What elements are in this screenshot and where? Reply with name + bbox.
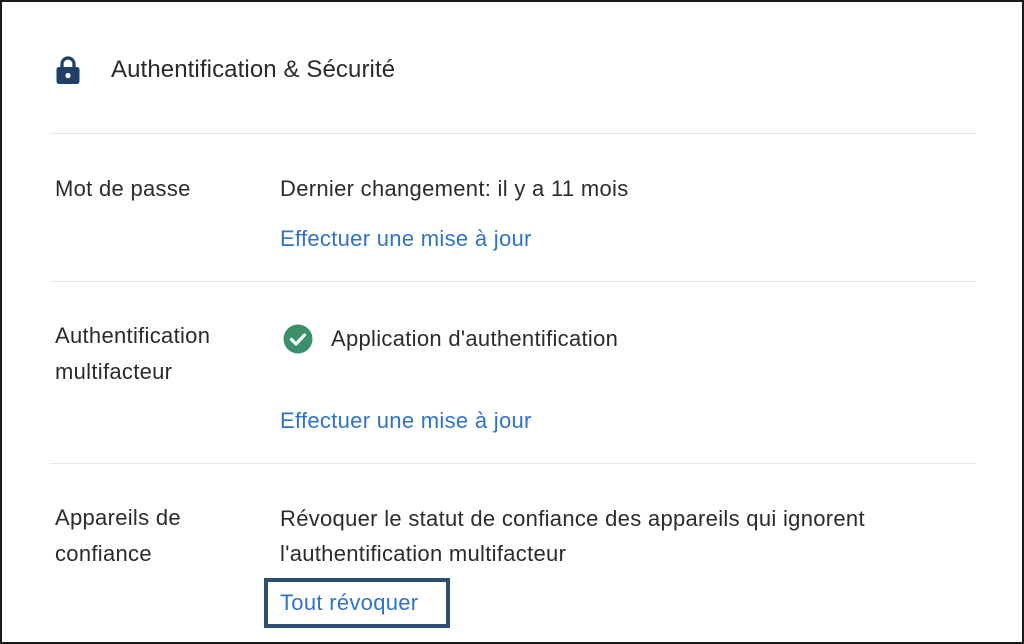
- mfa-method: Application d'authentification: [331, 326, 619, 351]
- revoke-all-link[interactable]: Tout révoquer: [280, 590, 418, 616]
- trusted-devices-description-line-2: l'authentification multifacteur: [280, 541, 567, 566]
- trusted-devices-label-line-1: Appareils de: [55, 505, 181, 530]
- divider: [50, 133, 976, 134]
- password-last-changed: Dernier changement: il y a 11 mois: [280, 176, 629, 201]
- password-label: Mot de passe: [55, 176, 191, 201]
- lock-icon: [54, 54, 82, 86]
- mfa-status: Application d'authentification: [282, 322, 618, 356]
- update-mfa-link[interactable]: Effectuer une mise à jour: [280, 405, 532, 437]
- auth-security-panel: Authentification & Sécurité Mot de passe…: [0, 0, 1024, 644]
- section-title: Authentification & Sécurité: [111, 56, 396, 83]
- mfa-label-line-1: Authentification: [55, 323, 211, 348]
- mfa-label-line-2: multifacteur: [55, 359, 173, 384]
- section-header: Authentification & Sécurité: [54, 54, 395, 86]
- divider: [50, 463, 976, 464]
- revoke-all-focus-outline: Tout révoquer: [264, 578, 450, 628]
- update-password-link[interactable]: Effectuer une mise à jour: [280, 223, 532, 255]
- divider: [50, 281, 976, 282]
- trusted-devices-description-line-1: Révoquer le statut de confiance des appa…: [280, 506, 865, 531]
- trusted-devices-label-line-2: confiance: [55, 541, 152, 566]
- check-circle-icon: [282, 323, 314, 355]
